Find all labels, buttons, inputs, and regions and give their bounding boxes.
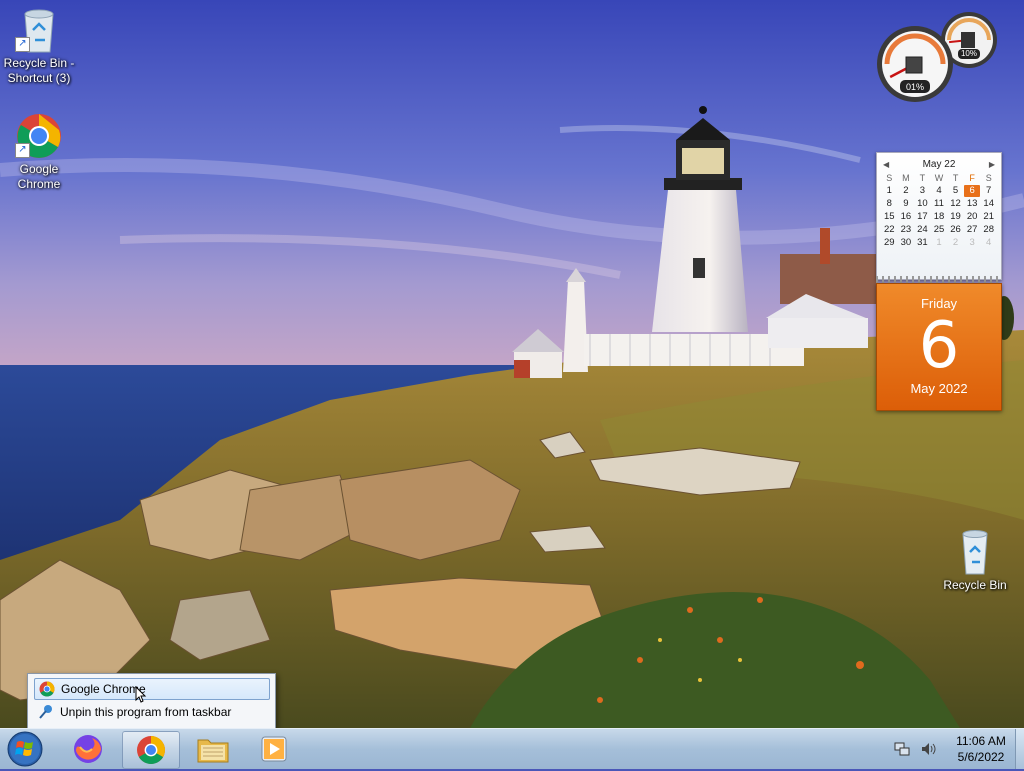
calendar-day-cell[interactable]: 20 (964, 211, 981, 223)
calendar-weekday-header: F (969, 173, 975, 183)
calendar-day-cell[interactable]: 26 (947, 224, 964, 236)
recycle-bin-icon: ↗ (15, 6, 63, 54)
calendar-day-cell[interactable]: 14 (980, 198, 997, 210)
previous-month-arrow-icon[interactable]: ◀ (883, 160, 889, 169)
calendar-weekday-header: W (934, 173, 944, 183)
mouse-cursor-icon (135, 686, 147, 703)
jump-list-item-label: Unpin this program from taskbar (60, 705, 232, 719)
calendar-month-year: May 2022 (910, 381, 968, 396)
memory-percent-readout: 10% (960, 49, 977, 58)
desktop-icon-label: Recycle Bin - Shortcut (3) (3, 56, 75, 85)
jump-list-item-open-chrome[interactable]: Google Chrome (34, 678, 270, 700)
calendar-day-cell[interactable]: 7 (980, 185, 997, 197)
volume-icon[interactable] (920, 741, 936, 757)
calendar-day-cell[interactable]: 29 (881, 237, 898, 249)
unpin-icon (38, 704, 54, 720)
calendar-day-cell[interactable]: 1 (881, 185, 898, 197)
desktop-icon-recycle-bin[interactable]: Recycle Bin (937, 528, 1013, 593)
calendar-day-cell[interactable]: 25 (931, 224, 948, 236)
calendar-day-cell[interactable]: 3 (914, 185, 931, 197)
taskbar-media-player-button[interactable] (246, 731, 302, 767)
clock-date: 5/6/2022 (957, 750, 1005, 764)
calendar-day-cell[interactable]: 16 (898, 211, 915, 223)
calendar-day-cell[interactable]: 10 (914, 198, 931, 210)
jump-list-item-label: Google Chrome (61, 682, 146, 696)
calendar-day-cell[interactable]: 18 (931, 211, 948, 223)
calendar-day-cell[interactable]: 23 (898, 224, 915, 236)
calendar-day-cell[interactable]: 2 (947, 237, 964, 249)
folder-icon (197, 739, 229, 763)
taskbar: 11:06 AM 5/6/2022 (0, 728, 1024, 769)
calendar-day-cell[interactable]: 11 (931, 198, 948, 210)
calendar-day-cell[interactable]: 17 (914, 211, 931, 223)
calendar-day-cell[interactable]: 12 (947, 198, 964, 210)
calendar-weekday-header: S (985, 173, 992, 183)
calendar-day-cell[interactable]: 8 (881, 198, 898, 210)
chrome-icon: ↗ (15, 112, 63, 160)
calendar-day-cell[interactable]: 4 (980, 237, 997, 249)
calendar-day-view[interactable]: Friday 6 May 2022 (876, 283, 1002, 411)
desktop-icon-google-chrome[interactable]: ↗ Google Chrome (1, 112, 77, 192)
desktop-icon-recycle-bin-shortcut[interactable]: ↗ Recycle Bin - Shortcut (3) (1, 6, 77, 86)
desktop-icon-label: Google Chrome (17, 162, 61, 191)
next-month-arrow-icon[interactable]: ▶ (989, 160, 995, 169)
shortcut-arrow-icon: ↗ (15, 37, 30, 52)
recycle-bin-icon (951, 528, 999, 576)
show-desktop-button[interactable] (1015, 729, 1024, 769)
calendar-day-cell[interactable]: 22 (881, 224, 898, 236)
desktop-icon-label: Recycle Bin (943, 578, 1007, 592)
calendar-day-cell[interactable]: 24 (914, 224, 931, 236)
jump-list-item-unpin[interactable]: Unpin this program from taskbar (34, 702, 268, 722)
calendar-day-cell[interactable]: 13 (964, 198, 981, 210)
media-player-icon (261, 736, 287, 762)
taskbar-file-explorer-button[interactable] (185, 731, 241, 767)
calendar-weekday-header: M (902, 173, 910, 183)
calendar-day-cell[interactable]: 21 (980, 211, 997, 223)
calendar-weekday-header: T (919, 173, 926, 183)
cpu-meter-gadget[interactable]: 01% 10% (873, 8, 1001, 104)
calendar-day-cell[interactable]: 19 (947, 211, 964, 223)
shortcut-arrow-icon: ↗ (15, 143, 30, 158)
calendar-day-cell[interactable]: 2 (898, 185, 915, 197)
calendar-weekday-header: T (952, 173, 959, 183)
network-icon[interactable] (894, 741, 910, 757)
calendar-day-cell[interactable]: 15 (881, 211, 898, 223)
calendar-month-label: May 22 (922, 159, 956, 170)
calendar-day-cell[interactable]: 9 (898, 198, 915, 210)
calendar-day-cell[interactable]: 4 (931, 185, 948, 197)
clock-time: 11:06 AM (956, 734, 1006, 748)
system-tray: 11:06 AM 5/6/2022 (894, 729, 1016, 769)
taskbar-firefox-button[interactable] (60, 731, 116, 767)
calendar-day-cell[interactable]: 3 (964, 237, 981, 249)
calendar-month-view[interactable]: ◀ May 22 ▶ S M T W T F S 1 2 3 4 5 6 7 8 9 10 11 12 13 14 15 1… (876, 152, 1002, 280)
calendar-day-cell[interactable]: 1 (931, 237, 948, 249)
calendar-day-cell[interactable]: 27 (964, 224, 981, 236)
calendar-weekday-header: S (886, 173, 893, 183)
calendar-grid: S M T W T F S 1 2 3 4 5 6 7 8 9 10 11 12 13 14 15 16 17 18 19 20 21… (877, 172, 1001, 249)
cpu-percent-readout: 01% (905, 82, 924, 92)
taskbar-jump-list: Google Chrome Unpin this program from ta… (27, 673, 276, 729)
chrome-icon (137, 736, 165, 764)
firefox-icon (74, 735, 102, 763)
calendar-day-cell[interactable]: 6 (963, 185, 981, 197)
taskbar-clock[interactable]: 11:06 AM 5/6/2022 (946, 733, 1016, 765)
calendar-day-cell[interactable]: 30 (898, 237, 915, 249)
calendar-day-cell[interactable]: 28 (980, 224, 997, 236)
chrome-icon (39, 681, 55, 697)
calendar-day-cell[interactable]: 5 (947, 185, 964, 197)
start-button[interactable] (4, 730, 46, 768)
desktop-wallpaper (0, 0, 1024, 728)
calendar-day-number: 6 (918, 309, 960, 383)
calendar-day-cell[interactable]: 31 (914, 237, 931, 249)
taskbar-chrome-button[interactable] (122, 731, 180, 769)
